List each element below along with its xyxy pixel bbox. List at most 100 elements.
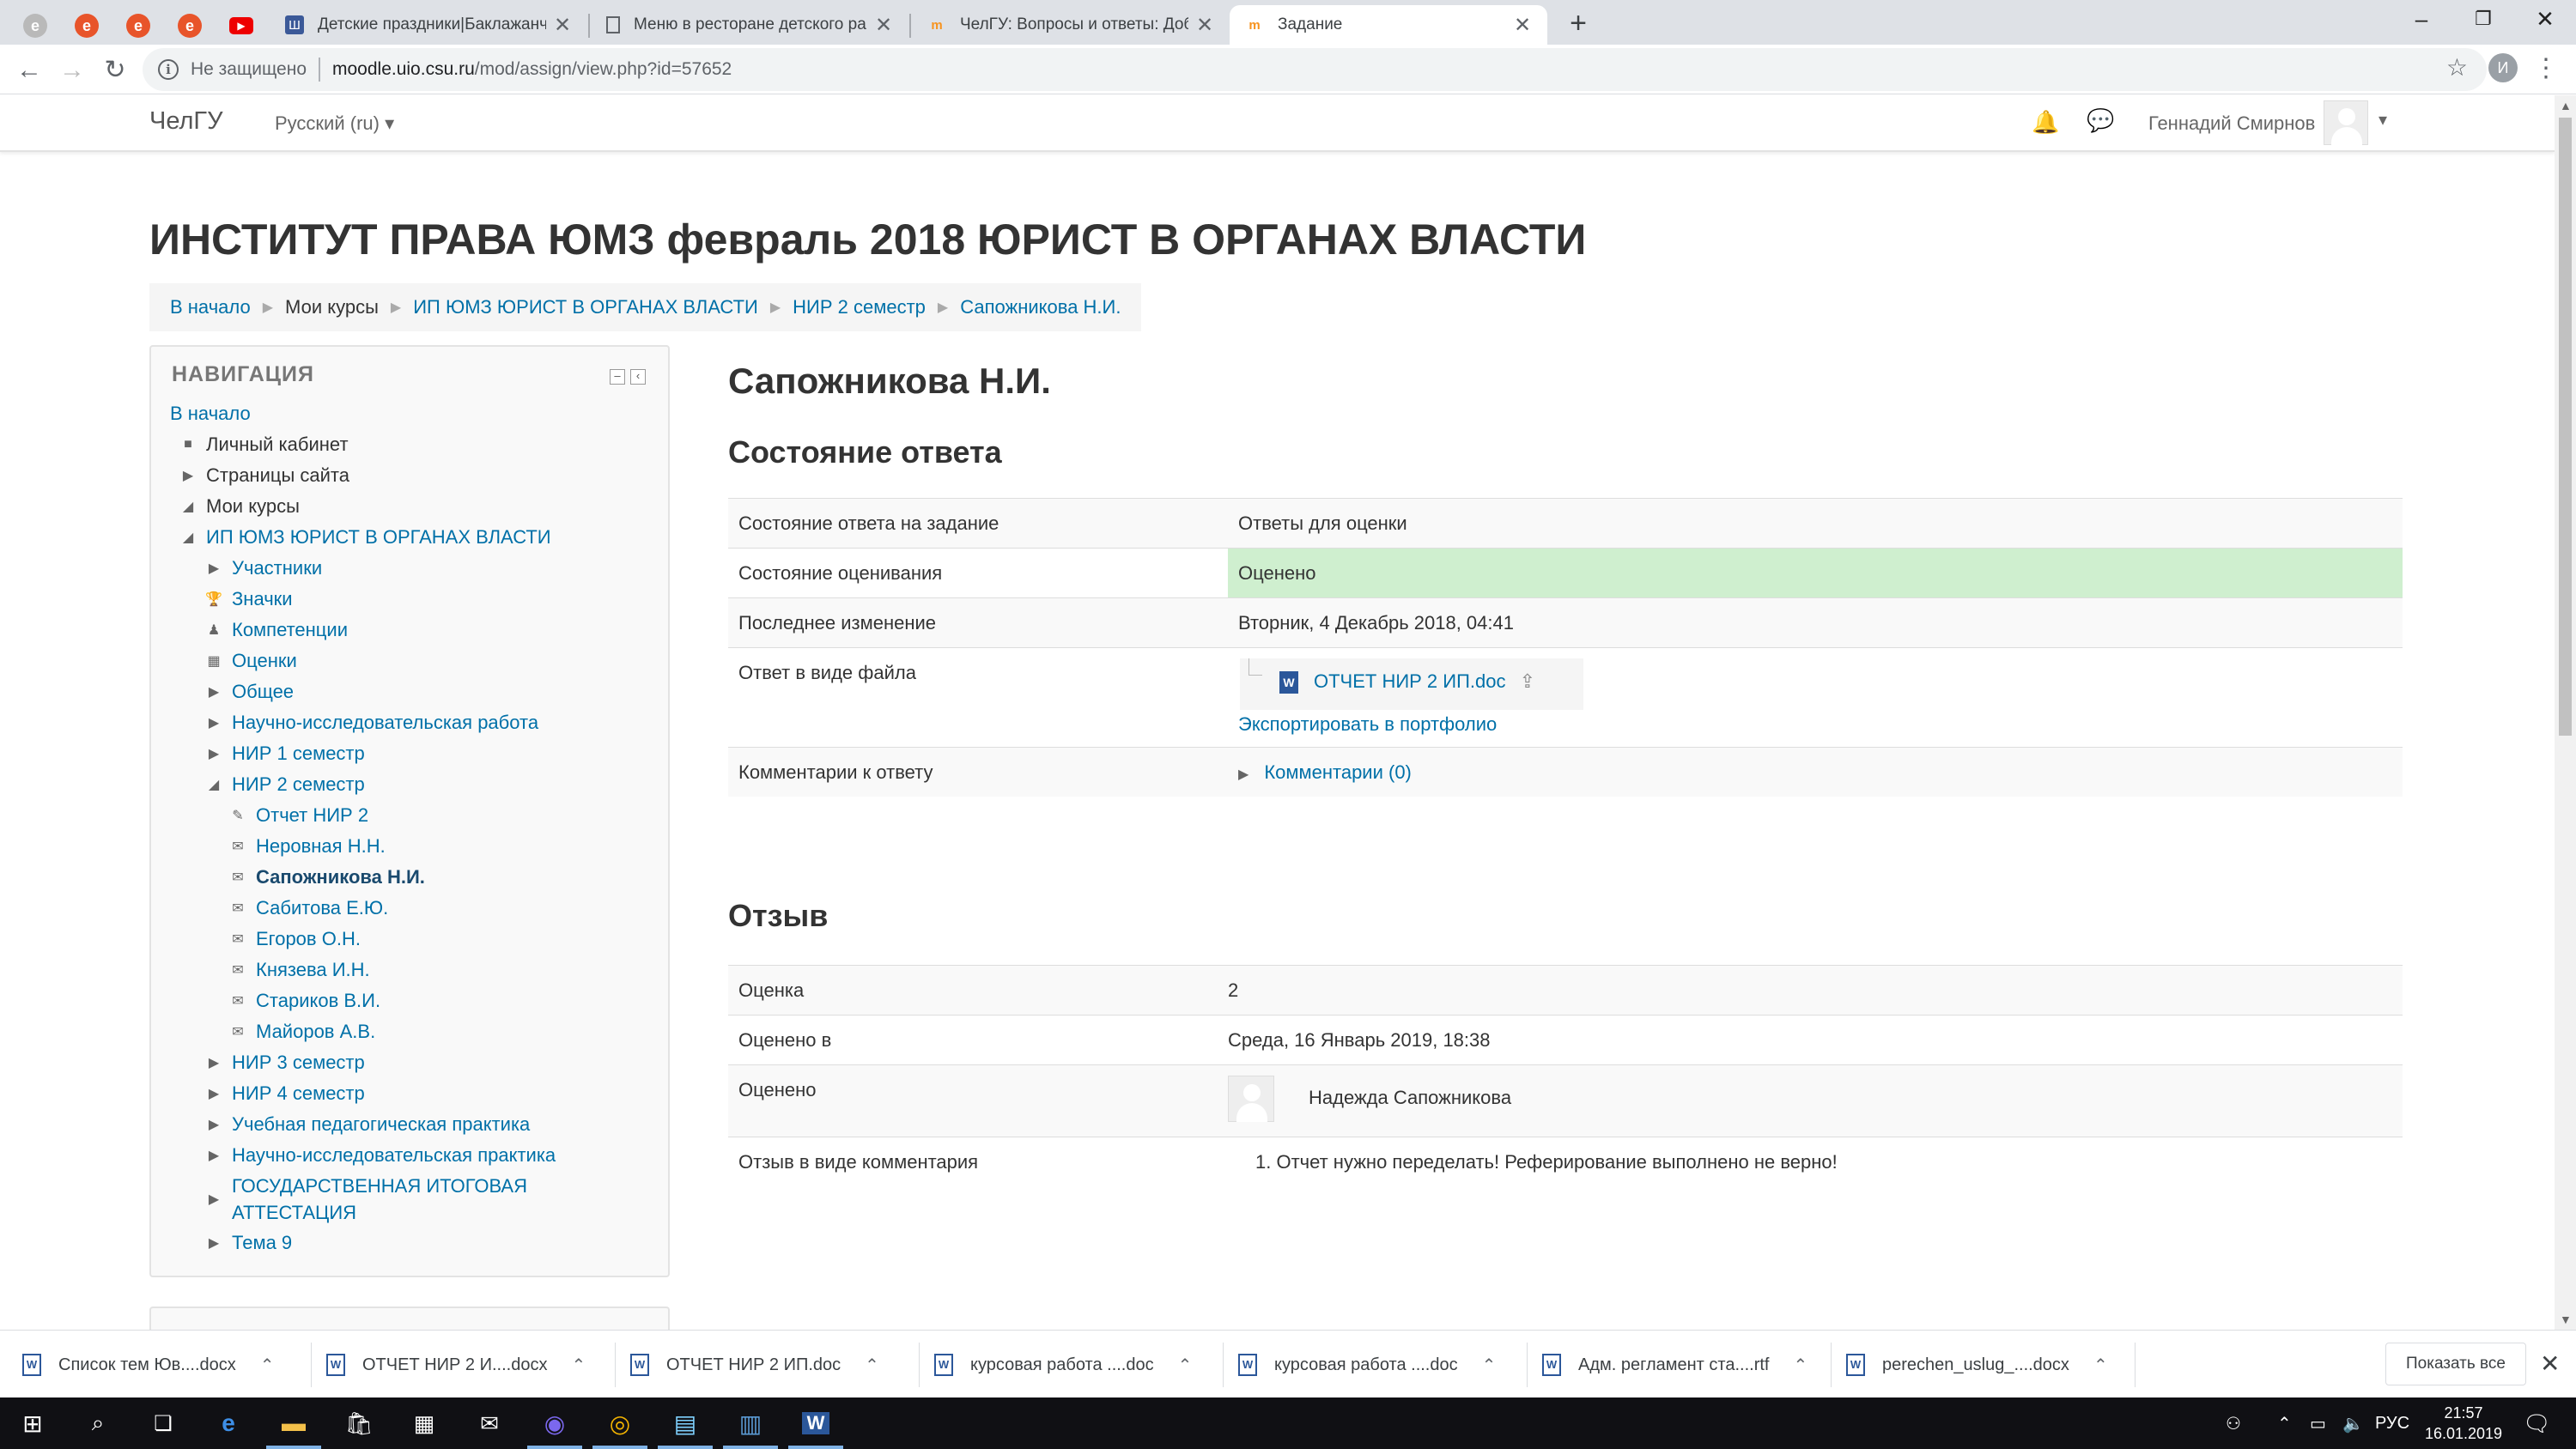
action-center-icon[interactable]: 🗨 (2523, 1397, 2551, 1449)
close-tab-icon[interactable]: ✕ (874, 13, 893, 38)
nav-item[interactable]: ▶ Участники (170, 553, 659, 584)
download-options-icon[interactable]: ⌃ (865, 1355, 879, 1376)
restore-window-button[interactable]: ❐ (2452, 0, 2514, 39)
nav-item[interactable]: ✉ Сабитова Е.Ю. (170, 893, 659, 924)
site-brand[interactable]: ЧелГУ (149, 107, 223, 136)
browser-menu-icon[interactable]: ⋮ (2533, 52, 2559, 89)
user-menu-caret-icon[interactable]: ▾ (2379, 109, 2387, 130)
mail-icon[interactable]: ✉ (457, 1397, 522, 1449)
scroll-up-icon[interactable]: ▲ (2560, 99, 2572, 112)
nav-item[interactable]: ◢ Мои курсы (170, 491, 659, 522)
close-tab-icon[interactable]: ✕ (1195, 13, 1214, 38)
nav-item[interactable]: ✎ Отчет НИР 2 (170, 800, 659, 831)
browser-tab[interactable]: Ш Детские праздники|Баклажанчик ✕ (270, 5, 587, 45)
close-tab-icon[interactable]: ✕ (1513, 13, 1532, 38)
security-label[interactable]: Не защищено (191, 59, 307, 80)
scrollbar-thumb[interactable] (2559, 118, 2572, 736)
nav-item[interactable]: ▶ Страницы сайта (170, 460, 659, 491)
pinned-tab-youtube[interactable]: ▶ (220, 7, 263, 45)
info-icon[interactable]: i (158, 59, 179, 80)
document-viewer-icon[interactable]: ▥ (718, 1397, 783, 1449)
portfolio-export-icon[interactable]: ⇪ (1520, 670, 1535, 692)
grader-avatar[interactable] (1228, 1076, 1274, 1122)
comments-toggle[interactable]: ▶ Комментарии (0) (1228, 761, 2403, 784)
volume-icon[interactable]: 🔈 (2342, 1397, 2364, 1449)
nav-item[interactable]: ■ Личный кабинет (170, 429, 659, 460)
network-icon[interactable]: ▭ (2310, 1397, 2326, 1449)
nav-item[interactable]: ◢ ИП ЮМЗ ЮРИСТ В ОРГАНАХ ВЛАСТИ (170, 522, 659, 553)
breadcrumb-current[interactable]: Сапожникова Н.И. (960, 296, 1121, 318)
nav-item[interactable]: ✉ Майоров А.В. (170, 1016, 659, 1047)
notifications-bell-icon[interactable]: 🔔 (2032, 109, 2059, 136)
breadcrumb-course[interactable]: ИП ЮМЗ ЮРИСТ В ОРГАНАХ ВЛАСТИ (413, 296, 758, 318)
back-button[interactable]: ← (10, 52, 48, 89)
breadcrumb-section[interactable]: НИР 2 семестр (793, 296, 926, 318)
download-item[interactable]: Wкурсовая работа ....doc ⌃ (1238, 1343, 1516, 1387)
download-item[interactable]: W ОТЧЕТ НИР 2 ИП.doc ⌃ (630, 1343, 908, 1387)
download-options-icon[interactable]: ⌃ (260, 1355, 275, 1376)
nav-item[interactable]: ▶ Общее (170, 676, 659, 707)
grader-name[interactable]: Надежда Сапожникова (1309, 1087, 1511, 1108)
nav-item[interactable]: ✉ Егоров О.Н. (170, 924, 659, 955)
browser-tab[interactable]: Меню в ресторане детского ра ✕ (591, 5, 908, 45)
nav-item[interactable]: ✉ Стариков В.И. (170, 985, 659, 1016)
download-item[interactable]: Wperechen_uslug_....docx ⌃ (1846, 1343, 2124, 1387)
address-bar[interactable]: i Не защищено moodle.uio.csu.ru/mod/assi… (143, 48, 2487, 91)
download-options-icon[interactable]: ⌃ (571, 1355, 586, 1376)
pinned-tab[interactable]: e (168, 7, 211, 45)
breadcrumb-home[interactable]: В начало (170, 296, 251, 318)
nav-item[interactable]: ✉ Сапожникова Н.И. (170, 862, 659, 893)
browser-tab-active[interactable]: m Задание ✕ (1230, 5, 1547, 45)
file-explorer-icon[interactable]: ▬ (261, 1397, 326, 1449)
page-scrollbar[interactable]: ▲ ▼ (2555, 95, 2576, 1330)
nav-item[interactable]: ▶ НИР 1 семестр (170, 738, 659, 769)
download-options-icon[interactable]: ⌃ (1482, 1355, 1497, 1376)
new-tab-button[interactable]: + (1561, 7, 1595, 41)
collapse-block-icon[interactable]: – (610, 369, 625, 385)
comments-link[interactable]: Комментарии (0) (1264, 761, 1412, 783)
download-options-icon[interactable]: ⌃ (2093, 1355, 2108, 1376)
tray-expand-icon[interactable]: ⌃ (2277, 1397, 2292, 1449)
scroll-down-icon[interactable]: ▼ (2560, 1313, 2572, 1326)
nav-item[interactable]: ✉ Неровная Н.Н. (170, 831, 659, 862)
notepad-icon[interactable]: ▤ (653, 1397, 718, 1449)
search-icon[interactable]: ⌕ (65, 1397, 131, 1449)
nav-item[interactable]: ▶ НИР 4 семестр (170, 1078, 659, 1109)
store-icon[interactable]: 🛍 (326, 1397, 392, 1449)
close-downloads-icon[interactable]: ✕ (2540, 1349, 2560, 1378)
close-window-button[interactable]: ✕ (2514, 0, 2576, 39)
word-icon[interactable]: W (783, 1397, 848, 1449)
close-tab-icon[interactable]: ✕ (553, 13, 572, 38)
browser-tab[interactable]: m ЧелГУ: Вопросы и ответы: Доба ✕ (912, 5, 1230, 45)
url-host[interactable]: moodle.uio.csu.ru (332, 59, 475, 80)
nav-item[interactable]: ▶ НИР 3 семестр (170, 1047, 659, 1078)
task-view-icon[interactable]: ❏ (131, 1397, 196, 1449)
user-avatar[interactable] (2324, 100, 2368, 146)
download-item[interactable]: W Список тем Юв....docx ⌃ (22, 1343, 301, 1387)
messages-icon[interactable]: 💬 (2087, 107, 2114, 134)
url-path[interactable]: /mod/assign/view.php?id=57652 (475, 59, 732, 80)
bookmark-star-icon[interactable]: ☆ (2446, 53, 2468, 82)
calculator-icon[interactable]: ▦ (392, 1397, 457, 1449)
download-item[interactable]: W ОТЧЕТ НИР 2 И....docx ⌃ (326, 1343, 605, 1387)
nav-item[interactable]: 🏆 Значки (170, 584, 659, 615)
download-item[interactable]: W Адм. регламент ста....rtf ⌃ (1542, 1343, 1820, 1387)
forward-button[interactable]: → (53, 52, 91, 89)
viber-icon[interactable]: ◉ (522, 1397, 587, 1449)
nav-item[interactable]: ▶ Учебная педагогическая практика (170, 1109, 659, 1140)
nav-item[interactable]: ◢ НИР 2 семестр (170, 769, 659, 800)
nav-item[interactable]: ▦ Оценки (170, 646, 659, 676)
nav-item[interactable]: ▶ Научно-исследовательская практика (170, 1140, 659, 1171)
download-item[interactable]: Wкурсовая работа ....doc ⌃ (934, 1343, 1212, 1387)
download-options-icon[interactable]: ⌃ (1178, 1355, 1193, 1376)
submitted-file[interactable]: W ОТЧЕТ НИР 2 ИП.doc ⇪ (1279, 670, 1535, 694)
nav-item[interactable]: ♟ Компетенции (170, 615, 659, 646)
export-portfolio-link[interactable]: Экспортировать в портфолио (1238, 713, 1497, 736)
nav-item[interactable]: ▶ ГОСУДАРСТВЕННАЯ ИТОГОВАЯ АТТЕСТАЦИЯ (170, 1171, 659, 1228)
minimize-window-button[interactable]: – (2391, 0, 2452, 39)
windows-start-icon[interactable]: ⊞ (0, 1397, 65, 1449)
dock-block-icon[interactable]: ‹ (630, 369, 646, 385)
system-clock[interactable]: 21:57 16.01.2019 (2416, 1403, 2511, 1444)
people-icon[interactable]: ⚇ (2226, 1397, 2241, 1449)
pinned-tab[interactable]: e (14, 7, 57, 45)
